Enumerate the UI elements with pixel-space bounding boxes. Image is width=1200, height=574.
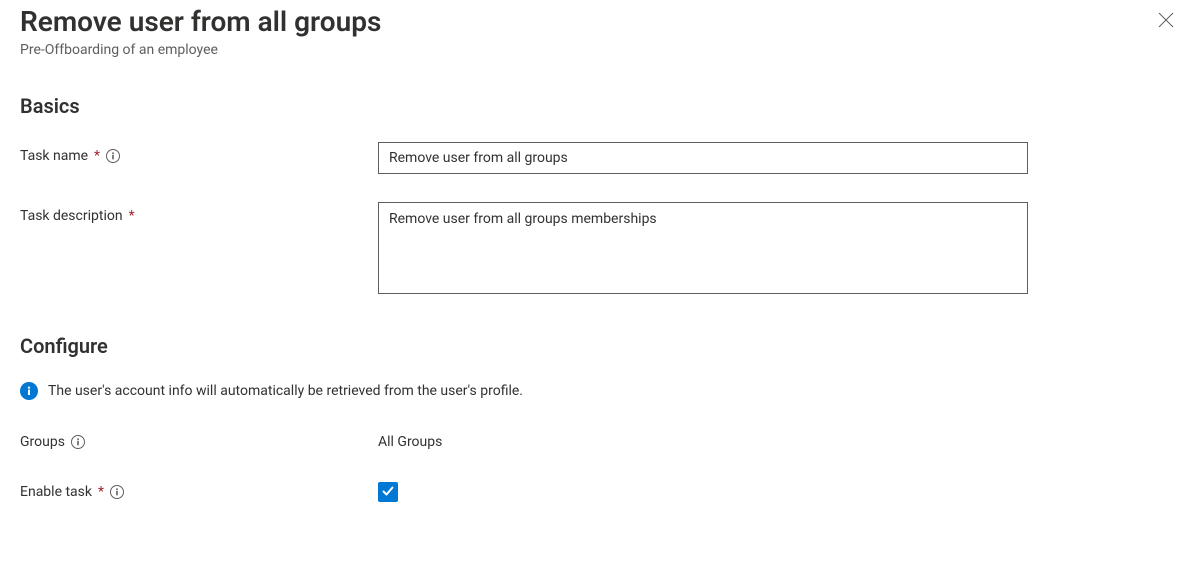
info-banner-text: The user's account info will automatical… <box>48 383 523 399</box>
page-subtitle: Pre-Offboarding of an employee <box>20 42 381 58</box>
info-icon[interactable] <box>71 435 85 449</box>
task-description-label: Task description <box>20 208 123 224</box>
close-button[interactable] <box>1152 6 1180 37</box>
task-description-input[interactable]: Remove user from all groups memberships <box>378 202 1028 294</box>
basics-heading: Basics <box>20 94 1180 118</box>
required-indicator: * <box>129 208 135 224</box>
close-icon <box>1158 12 1174 31</box>
enable-task-checkbox[interactable] <box>378 482 398 502</box>
info-icon[interactable] <box>110 485 124 499</box>
info-banner-icon <box>20 382 38 400</box>
page-title: Remove user from all groups <box>20 4 381 40</box>
info-icon[interactable] <box>106 149 120 163</box>
groups-label: Groups <box>20 434 65 450</box>
task-name-label: Task name <box>20 148 88 164</box>
groups-value: All Groups <box>378 428 1028 450</box>
checkmark-icon <box>381 484 395 501</box>
enable-task-label: Enable task <box>20 484 92 500</box>
task-name-input[interactable] <box>378 142 1028 174</box>
required-indicator: * <box>94 148 100 164</box>
required-indicator: * <box>98 484 104 500</box>
configure-heading: Configure <box>20 334 1180 358</box>
